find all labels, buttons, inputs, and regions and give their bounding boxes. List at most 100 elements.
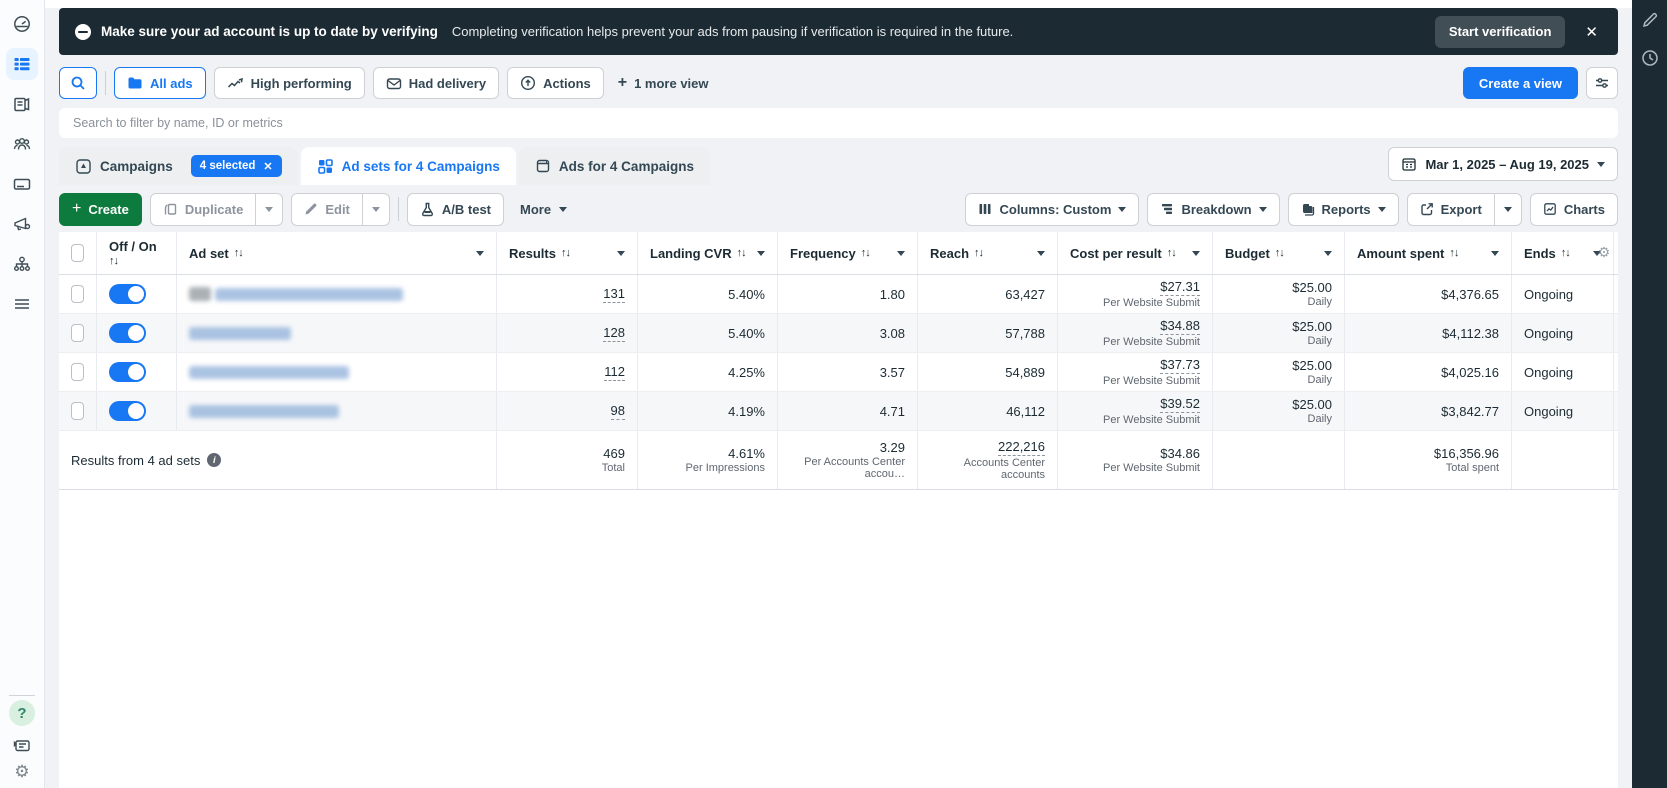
history-clock-icon[interactable] bbox=[1640, 48, 1660, 68]
totals-results: 469 bbox=[603, 446, 625, 461]
create-button[interactable]: + Create bbox=[59, 192, 142, 226]
more-button[interactable]: More bbox=[512, 202, 575, 217]
pencil-icon bbox=[305, 203, 317, 215]
row-checkbox[interactable] bbox=[71, 402, 84, 420]
chevron-down-icon[interactable] bbox=[1491, 250, 1499, 256]
header-cost-per-result[interactable]: Cost per result ↑↓ bbox=[1058, 232, 1213, 274]
row-checkbox[interactable] bbox=[71, 285, 84, 303]
totals-landing-cvr: 4.61% bbox=[728, 446, 765, 461]
account-overview-icon[interactable] bbox=[6, 8, 38, 40]
row-checkbox[interactable] bbox=[71, 363, 84, 381]
header-label: Off / On bbox=[109, 239, 157, 254]
chevron-down-icon[interactable] bbox=[897, 250, 905, 256]
chevron-down-icon bbox=[1597, 161, 1605, 167]
banner-close-icon[interactable]: ✕ bbox=[1581, 19, 1602, 45]
view-settings-button[interactable] bbox=[1586, 67, 1618, 99]
results-value[interactable]: 128 bbox=[603, 325, 625, 342]
tab-ads[interactable]: Ads for 4 Campaigns bbox=[518, 147, 710, 185]
adset-name-redacted[interactable] bbox=[189, 287, 403, 301]
header-budget[interactable]: Budget ↑↓ bbox=[1213, 232, 1345, 274]
results-value[interactable]: 98 bbox=[610, 403, 625, 420]
tab-ad-sets[interactable]: Ad sets for 4 Campaigns bbox=[300, 147, 516, 185]
adset-name-redacted[interactable] bbox=[189, 404, 339, 418]
view-actions[interactable]: Actions bbox=[507, 67, 604, 99]
ab-test-button[interactable]: A/B test bbox=[406, 192, 505, 226]
adset-name-redacted[interactable] bbox=[189, 365, 349, 379]
chevron-down-icon[interactable] bbox=[617, 250, 625, 256]
chevron-down-icon bbox=[265, 206, 274, 212]
create-a-view-button[interactable]: Create a view bbox=[1462, 67, 1578, 99]
header-results[interactable]: Results ↑↓ bbox=[497, 232, 638, 274]
info-icon[interactable]: i bbox=[207, 453, 222, 467]
cost-per-result-value[interactable]: $34.88 bbox=[1160, 318, 1200, 335]
chevron-down-icon[interactable] bbox=[1324, 250, 1332, 256]
adset-toggle-on[interactable] bbox=[109, 401, 146, 421]
export-button[interactable]: Export bbox=[1406, 192, 1495, 226]
adset-toggle-on[interactable] bbox=[109, 284, 146, 304]
feedback-icon[interactable] bbox=[6, 730, 38, 762]
chevron-down-icon[interactable] bbox=[1037, 250, 1045, 256]
table-header-row: Off / On ↑↓ Ad set ↑↓ Results ↑↓ Landing… bbox=[59, 232, 1618, 275]
reports-button[interactable]: Reports bbox=[1287, 192, 1399, 226]
header-ad-set[interactable]: Ad set ↑↓ bbox=[177, 232, 497, 274]
search-input[interactable] bbox=[59, 108, 1618, 138]
billing-icon[interactable] bbox=[6, 168, 38, 200]
columns-icon bbox=[979, 204, 991, 214]
column-settings-icon[interactable]: ⚙ bbox=[1594, 242, 1614, 262]
clear-selection-icon[interactable]: ✕ bbox=[263, 160, 272, 173]
ads-reporting-icon[interactable] bbox=[6, 88, 38, 120]
settings-gear-icon[interactable]: ⚙ bbox=[14, 762, 29, 784]
assets-icon[interactable] bbox=[6, 248, 38, 280]
chevron-down-icon[interactable] bbox=[1192, 250, 1200, 256]
row-checkbox[interactable] bbox=[71, 324, 84, 342]
selected-count-badge[interactable]: 4 selected ✕ bbox=[190, 155, 282, 177]
header-reach[interactable]: Reach ↑↓ bbox=[918, 232, 1058, 274]
chevron-down-icon bbox=[1503, 206, 1512, 212]
header-frequency[interactable]: Frequency ↑↓ bbox=[778, 232, 918, 274]
amount-spent-value: $4,376.65 bbox=[1441, 286, 1499, 302]
chevron-down-icon[interactable] bbox=[476, 250, 484, 256]
cost-per-result-value[interactable]: $39.52 bbox=[1160, 396, 1200, 413]
adset-toggle-on[interactable] bbox=[109, 362, 146, 382]
edit-pencil-icon[interactable] bbox=[1640, 10, 1660, 30]
edit-dropdown[interactable] bbox=[362, 192, 390, 226]
breakdown-button[interactable]: Breakdown bbox=[1147, 192, 1280, 226]
header-amount-spent[interactable]: Amount spent ↑↓ bbox=[1345, 232, 1512, 274]
campaigns-icon[interactable] bbox=[6, 48, 38, 80]
date-range-picker[interactable]: Mar 1, 2025 – Aug 19, 2025 bbox=[1388, 147, 1618, 181]
more-views-button[interactable]: + 1 more view bbox=[618, 74, 709, 92]
totals-reach[interactable]: 222,216 bbox=[998, 439, 1045, 456]
ends-value: Ongoing bbox=[1524, 403, 1574, 419]
start-verification-button[interactable]: Start verification bbox=[1434, 15, 1566, 48]
header-off-on[interactable]: Off / On ↑↓ bbox=[97, 232, 177, 274]
view-all-ads[interactable]: All ads bbox=[114, 67, 206, 99]
tab-campaigns[interactable]: Campaigns 4 selected ✕ bbox=[59, 147, 298, 185]
view-high-performing[interactable]: High performing bbox=[213, 67, 365, 99]
charts-button[interactable]: Charts bbox=[1529, 192, 1618, 226]
columns-button[interactable]: Columns: Custom bbox=[965, 192, 1140, 226]
adset-toggle-on[interactable] bbox=[109, 323, 146, 343]
totals-frequency-sub: Per Accounts Center accou… bbox=[804, 456, 905, 480]
export-dropdown[interactable] bbox=[1494, 192, 1522, 226]
adset-name-redacted[interactable] bbox=[189, 326, 291, 340]
select-all-checkbox[interactable] bbox=[71, 244, 84, 262]
chevron-down-icon[interactable] bbox=[757, 250, 765, 256]
duplicate-label: Duplicate bbox=[184, 201, 244, 217]
chevron-down-icon bbox=[1377, 206, 1386, 212]
all-tools-menu-icon[interactable] bbox=[6, 288, 38, 320]
duplicate-dropdown[interactable] bbox=[256, 192, 284, 226]
results-value[interactable]: 131 bbox=[603, 286, 625, 303]
cost-per-result-value[interactable]: $27.31 bbox=[1160, 279, 1200, 296]
search-views-button[interactable] bbox=[59, 67, 97, 99]
audiences-icon[interactable] bbox=[6, 128, 38, 160]
header-landing-cvr[interactable]: Landing CVR ↑↓ bbox=[638, 232, 778, 274]
results-value[interactable]: 112 bbox=[604, 364, 625, 381]
duplicate-button[interactable]: Duplicate bbox=[149, 192, 257, 226]
help-button[interactable]: ? bbox=[9, 700, 35, 726]
edit-button[interactable]: Edit bbox=[291, 192, 363, 226]
views-divider bbox=[105, 71, 106, 95]
view-had-delivery[interactable]: Had delivery bbox=[372, 67, 500, 99]
cost-per-result-value[interactable]: $37.73 bbox=[1160, 357, 1200, 374]
banner-description: Completing verification helps prevent yo… bbox=[451, 24, 1014, 39]
events-manager-icon[interactable] bbox=[6, 208, 38, 240]
